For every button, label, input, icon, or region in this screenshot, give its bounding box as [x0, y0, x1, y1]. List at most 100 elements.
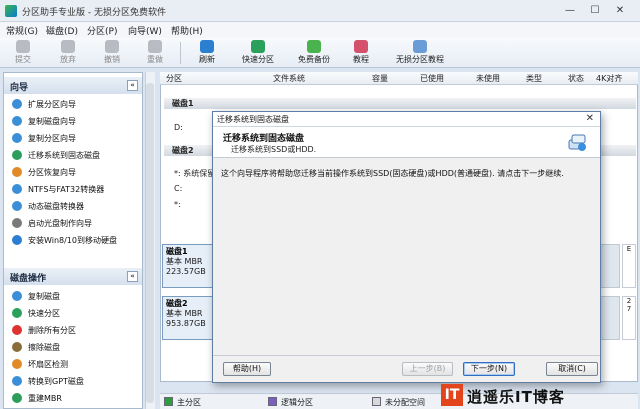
wipe-icon: [12, 342, 22, 352]
sidebar-item-rebuild-mbr[interactable]: 重建MBR: [12, 393, 62, 407]
column-4k-align[interactable]: 4K对齐: [596, 73, 622, 84]
sidebar-item-label: 擦除磁盘: [28, 343, 60, 352]
minimize-button[interactable]: —: [559, 3, 581, 19]
window-title: 分区助手专业版 - 无损分区免费软件: [22, 8, 166, 18]
menu-general[interactable]: 常规(G): [6, 24, 38, 37]
app-logo-icon: [5, 5, 17, 17]
quick-partition-icon: [251, 40, 265, 53]
sidebar-item-copy-partition-wizard[interactable]: 复制分区向导: [12, 133, 76, 147]
redo-button[interactable]: 重做: [138, 40, 172, 67]
disk1-strip-end[interactable]: E: [622, 244, 636, 288]
disk-card-size: 953.87GB: [166, 319, 206, 328]
sidebar-item-boot-cd[interactable]: 启动光盘制作向导: [12, 218, 92, 232]
sidebar-item-delete-all[interactable]: 删除所有分区: [12, 325, 76, 339]
cancel-button[interactable]: 取消(C): [546, 362, 598, 376]
menu-wizard[interactable]: 向导(W): [128, 24, 162, 37]
column-filesystem[interactable]: 文件系统: [273, 73, 305, 84]
sidebar-item-migrate-os[interactable]: 迁移系统到固态磁盘: [12, 150, 100, 164]
refresh-icon: [200, 40, 214, 53]
table-header: 分区 文件系统 容量 已使用 未使用 类型 状态 4K对齐: [160, 72, 638, 85]
disk-card-name: 磁盘2: [166, 299, 188, 308]
column-used[interactable]: 已使用: [420, 73, 444, 84]
tutorial-icon: [354, 40, 368, 53]
disk1-card[interactable]: 磁盘1 基本 MBR 223.57GB: [162, 244, 214, 288]
title-bar: 分区助手专业版 - 无损分区免费软件 — ☐ ✕: [0, 0, 640, 22]
sidebar-item-extend-wizard[interactable]: 扩展分区向导: [12, 99, 76, 113]
sidebar-item-ntfs-fat32[interactable]: NTFS与FAT32转换器: [12, 184, 104, 198]
sidebar-item-label: 快速分区: [28, 309, 60, 318]
sidebar-item-win-to-go[interactable]: 安装Win8/10到移动硬盘: [12, 235, 117, 249]
table-row[interactable]: *: 系统保留: [174, 168, 215, 179]
menu-partition[interactable]: 分区(P): [87, 24, 117, 37]
legend-label: 未分配空间: [385, 398, 425, 407]
table-row[interactable]: D:: [174, 123, 183, 132]
dialog-title-bar[interactable]: 迁移系统到固态磁盘 ✕: [213, 112, 600, 127]
copy-disk-icon: [12, 116, 22, 126]
legend-bar: 主分区 逻辑分区 未分配空间: [160, 393, 638, 409]
menu-disk[interactable]: 磁盘(D): [46, 24, 78, 37]
sidebar-item-wipe-disk[interactable]: 擦除磁盘: [12, 342, 60, 356]
table-row[interactable]: C:: [174, 184, 182, 193]
collapse-icon[interactable]: «: [127, 80, 138, 91]
boot-cd-icon: [12, 218, 22, 228]
dialog-description: 这个向导程序将帮助您迁移当前操作系统到SSD(固态硬盘)或HDD(普通硬盘). …: [221, 169, 564, 178]
disk2-card[interactable]: 磁盘2 基本 MBR 953.87GB: [162, 296, 214, 340]
disk1-group-header[interactable]: 磁盘1: [164, 98, 636, 109]
menu-help[interactable]: 帮助(H): [171, 24, 203, 37]
strip-label: 2: [626, 297, 632, 305]
sidebar-item-label: 坏扇区检测: [28, 360, 68, 369]
legend-logical: 逻辑分区: [268, 397, 313, 408]
column-status[interactable]: 状态: [568, 73, 584, 84]
back-button[interactable]: 上一步(B): [402, 362, 453, 376]
column-type[interactable]: 类型: [526, 73, 542, 84]
undo-icon: [105, 40, 119, 53]
sidebar-scrollbar-thumb[interactable]: [146, 83, 154, 403]
dynamic-disk-icon: [12, 201, 22, 211]
discard-button[interactable]: 放弃: [51, 40, 85, 67]
quick-partition-button[interactable]: 快速分区: [238, 40, 278, 67]
undo-button[interactable]: 撤销: [95, 40, 129, 67]
disk-ops-panel-header[interactable]: 磁盘操作 «: [4, 268, 142, 285]
migrate-os-icon: [12, 150, 22, 160]
backup-button[interactable]: 免费备份: [294, 40, 334, 67]
disk2-strip-end[interactable]: 2 7: [622, 296, 636, 340]
maximize-button[interactable]: ☐: [584, 3, 606, 19]
partition-recovery-icon: [12, 167, 22, 177]
extend-partition-icon: [12, 99, 22, 109]
sidebar-item-copy-disk-wizard[interactable]: 复制磁盘向导: [12, 116, 76, 130]
column-partition[interactable]: 分区: [166, 73, 182, 84]
dialog-close-button[interactable]: ✕: [586, 113, 594, 124]
sidebar-item-quick-partition[interactable]: 快速分区: [12, 308, 60, 322]
collapse-icon[interactable]: «: [127, 271, 138, 282]
sidebar-item-label: 安装Win8/10到移动硬盘: [28, 236, 117, 245]
dialog-title: 迁移系统到固态磁盘: [217, 115, 289, 124]
lossless-tutorial-button[interactable]: 无损分区教程: [392, 40, 448, 67]
sidebar: 向导 « 扩展分区向导 复制磁盘向导 复制分区向导 迁移系统到固态磁盘 分区恢复…: [3, 72, 143, 409]
sidebar-item-convert-gpt[interactable]: 转换到GPT磁盘: [12, 376, 84, 390]
discard-icon: [61, 40, 75, 53]
sidebar-item-label: 复制磁盘: [28, 292, 60, 301]
help-button[interactable]: 帮助(H): [223, 362, 271, 376]
close-button[interactable]: ✕: [609, 3, 631, 19]
next-button[interactable]: 下一步(N): [463, 362, 515, 376]
wizard-panel-header[interactable]: 向导 «: [4, 77, 142, 94]
sidebar-item-dynamic-disk[interactable]: 动态磁盘转换器: [12, 201, 84, 215]
unallocated-swatch: [372, 397, 381, 406]
refresh-button[interactable]: 刷新: [190, 40, 224, 67]
tutorial-button[interactable]: 教程: [344, 40, 378, 67]
sidebar-item-partition-recovery[interactable]: 分区恢复向导: [12, 167, 76, 181]
sidebar-item-label: 迁移系统到固态磁盘: [28, 151, 100, 160]
legend-unallocated: 未分配空间: [372, 397, 425, 408]
dialog-subheading: 迁移系统到SSD或HDD.: [231, 145, 317, 154]
table-row[interactable]: *:: [174, 200, 181, 209]
primary-swatch: [164, 397, 173, 406]
sidebar-item-label: 扩展分区向导: [28, 100, 76, 109]
sidebar-item-copy-disk[interactable]: 复制磁盘: [12, 291, 60, 305]
backup-icon: [307, 40, 321, 53]
sidebar-item-label: 复制磁盘向导: [28, 117, 76, 126]
column-unused[interactable]: 未使用: [476, 73, 500, 84]
column-capacity[interactable]: 容量: [372, 73, 388, 84]
disk-card-size: 223.57GB: [166, 267, 206, 276]
submit-button[interactable]: 提交: [6, 40, 40, 67]
sidebar-item-bad-sector[interactable]: 坏扇区检测: [12, 359, 68, 373]
